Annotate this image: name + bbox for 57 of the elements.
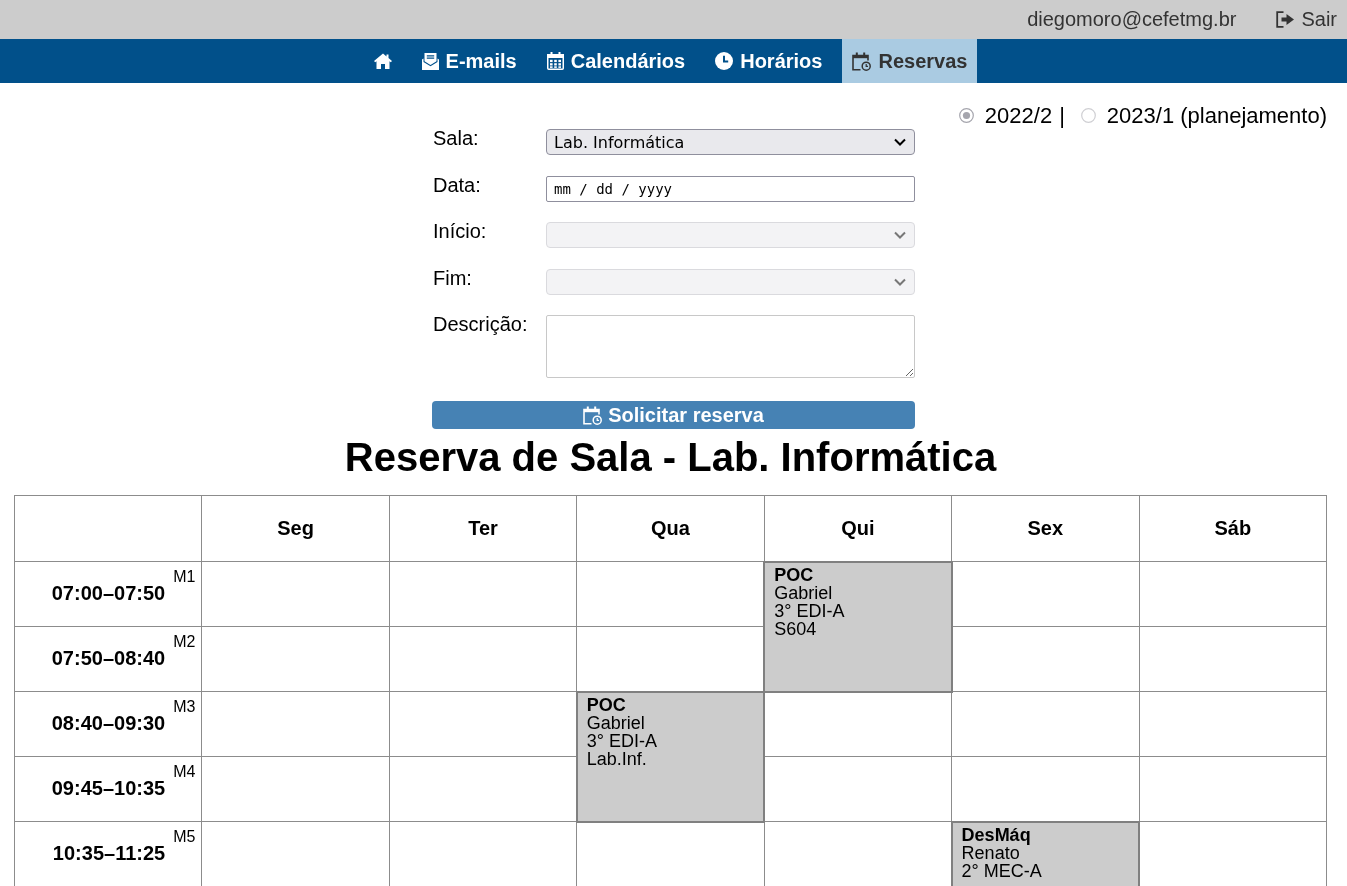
room-text: Lab.Inf. (586, 749, 648, 768)
radio-icon[interactable] (1080, 108, 1096, 123)
day-header: Seg (201, 495, 390, 562)
time-range: 09:45–10:35 (51, 777, 166, 800)
period-code: M2 (173, 632, 196, 651)
nav-tab[interactable]: Calendários (536, 39, 696, 83)
chevron-down-icon (894, 231, 906, 239)
field-label: Descrição: (432, 313, 529, 337)
class-text: 3° EDI-A (774, 601, 846, 620)
period-code: M4 (173, 762, 196, 781)
time-range: 10:35–11:25 (52, 842, 166, 865)
dropdown[interactable]: Lab. Informática (546, 129, 915, 155)
day-header: Sáb (1139, 495, 1327, 562)
day-header: Ter (389, 495, 577, 562)
period-code: M3 (173, 697, 196, 716)
day-header: Qua (576, 495, 765, 562)
page-title: Reserva de Sala - Lab. Informática (343, 434, 998, 481)
chevron-down-icon (894, 277, 906, 286)
subject-text: POC (586, 695, 627, 714)
class-text: 2° MEC-A (961, 861, 1043, 880)
field-label: Sala: (432, 127, 480, 151)
chevron-down-icon (894, 138, 906, 146)
period-code: M1 (173, 567, 196, 586)
time-range: 07:50–08:40 (51, 647, 166, 670)
teacher-name: Renato (961, 843, 1020, 862)
radio-icon[interactable] (958, 108, 974, 123)
day-header: Sex (951, 495, 1140, 562)
nav-tab[interactable]: Horários (705, 39, 833, 83)
nav-tab[interactable]: E-mails (411, 39, 527, 83)
time-range: 07:00–07:50 (51, 582, 166, 605)
teacher-name: Gabriel (586, 713, 646, 732)
description-input[interactable] (546, 315, 915, 378)
home-icon (373, 53, 392, 69)
nav-tab[interactable]: Reservas (842, 39, 978, 83)
teacher-name: Gabriel (774, 583, 834, 602)
time-range: 08:40–09:30 (51, 712, 166, 735)
calendar-clock-icon (583, 405, 603, 425)
calendar-icon (546, 52, 564, 70)
logout-icon (1276, 11, 1295, 28)
subject-text: DesMáq (961, 825, 1032, 844)
submit-button[interactable]: Solicitar reserva (432, 401, 915, 429)
separator-text: | (1059, 103, 1065, 128)
field-label: Fim: (432, 266, 473, 291)
field-label: Data: (432, 173, 482, 198)
period-code: M5 (173, 827, 196, 846)
calendar-clock-icon (852, 51, 872, 71)
field-label: Início: (432, 220, 488, 244)
class-text: 3° EDI-A (586, 731, 658, 750)
logout-link[interactable]: Sair (1276, 8, 1337, 31)
semester-option[interactable]: 2023/1 (planejamento) (1080, 103, 1327, 128)
room-text: S604 (774, 619, 818, 638)
subject-text: POC (774, 565, 815, 584)
clock-icon (715, 52, 734, 70)
date-input[interactable]: mm / dd / yyyy (546, 175, 915, 202)
user-email: diegomoro@cefetmg.br (1027, 8, 1237, 31)
envelope-icon (421, 52, 439, 70)
semester-option[interactable]: 2022/2 (958, 103, 1053, 128)
